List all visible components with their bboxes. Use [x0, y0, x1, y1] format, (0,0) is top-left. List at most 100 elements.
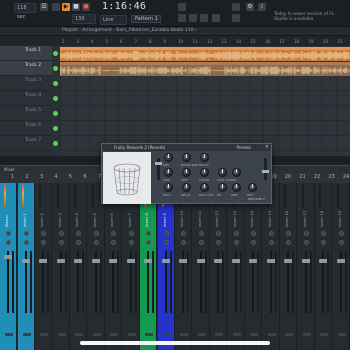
volume-knob[interactable] — [233, 240, 239, 245]
track-mute-led[interactable] — [53, 111, 58, 116]
route-button[interactable] — [40, 333, 48, 336]
timeline-ruler[interactable]: 2 3 4 5 6 7 8 9 10 11 12 13 14 15 16 17 18 19 20 21 — [60, 39, 350, 46]
pan-knob[interactable] — [303, 231, 309, 236]
mixer-strip[interactable]: Insert 1 — [17, 183, 35, 350]
knob[interactable] — [164, 183, 173, 192]
knob[interactable] — [164, 153, 173, 162]
mixer-strip[interactable]: Insert 8 — [140, 183, 157, 350]
knob[interactable] — [248, 183, 257, 192]
mixer-strip[interactable]: Insert 9 — [157, 183, 175, 350]
track-mute-led[interactable] — [53, 141, 58, 146]
close-icon[interactable]: × — [265, 144, 269, 151]
knob[interactable] — [182, 183, 191, 192]
news-panel[interactable]: Today A newer version of FL Studio is av… — [274, 12, 348, 22]
menu-icon[interactable]: ☰ — [40, 3, 48, 11]
mixer-strip[interactable]: Insert 19 — [333, 183, 350, 350]
piano-roll-icon[interactable] — [232, 3, 240, 11]
pattern-selector[interactable]: Pattern 1 — [131, 15, 161, 23]
mixer-strip[interactable]: Insert 6 — [105, 183, 122, 350]
fader-cap[interactable] — [155, 162, 162, 165]
home-indicator[interactable] — [80, 341, 270, 345]
knob[interactable] — [218, 168, 227, 177]
pan-knob[interactable] — [146, 231, 151, 236]
volume-knob[interactable] — [76, 240, 81, 245]
knob[interactable] — [200, 153, 209, 162]
track-header[interactable]: Track 1 — [0, 46, 52, 61]
track-mute-led[interactable] — [53, 96, 58, 101]
route-button[interactable] — [197, 333, 206, 336]
volume-knob[interactable] — [163, 240, 169, 245]
reverb-plugin-window[interactable]: Fruity Reeverb 2 (Reverb) Presets × MID L… — [101, 143, 272, 204]
route-button[interactable] — [320, 333, 328, 336]
route-button[interactable] — [232, 333, 241, 336]
record-icon[interactable]: ● — [82, 3, 90, 11]
volume-knob[interactable] — [146, 240, 151, 245]
mixer-strip[interactable]: Insert 13 — [228, 183, 245, 350]
track-mute-led[interactable] — [53, 126, 58, 131]
route-button[interactable] — [302, 333, 311, 336]
volume-knob[interactable] — [41, 240, 46, 245]
pat-song-toggle[interactable] — [52, 3, 60, 11]
volume-knob[interactable] — [321, 240, 326, 245]
low-cut-fader[interactable] — [155, 158, 162, 180]
presets-button[interactable]: Presets — [236, 144, 251, 151]
pan-knob[interactable] — [111, 231, 116, 236]
volume-knob[interactable] — [303, 240, 309, 245]
volume-knob[interactable] — [93, 240, 99, 245]
mixer-strip[interactable]: Insert 12 — [210, 183, 227, 350]
fader-cap[interactable] — [262, 170, 269, 173]
pan-knob[interactable] — [216, 231, 221, 236]
route-button[interactable] — [267, 333, 276, 336]
volume-knob[interactable] — [6, 240, 11, 245]
knob[interactable] — [232, 168, 241, 177]
volume-knob[interactable] — [338, 240, 344, 245]
pan-knob[interactable] — [338, 231, 344, 236]
route-button[interactable] — [180, 333, 188, 336]
volume-knob[interactable] — [251, 240, 256, 245]
route-button[interactable] — [145, 333, 153, 336]
track-mute-led[interactable] — [53, 51, 58, 56]
info-icon[interactable]: i — [258, 3, 266, 11]
mixer-strip[interactable]: Insert 17 — [298, 183, 315, 350]
audio-clip-2[interactable] — [60, 62, 350, 76]
track-header[interactable]: Track 6 — [0, 121, 52, 136]
knob[interactable] — [182, 153, 191, 162]
pan-knob[interactable] — [6, 231, 11, 236]
settings-icon[interactable]: ⚙ — [246, 3, 254, 11]
route-button[interactable] — [57, 333, 66, 336]
volume-knob[interactable] — [111, 240, 116, 245]
volume-knob[interactable] — [181, 240, 186, 245]
knob[interactable] — [218, 183, 227, 192]
route-button[interactable] — [22, 333, 31, 336]
mixer-strip[interactable]: Insert 15 — [263, 183, 280, 350]
snap-icon[interactable] — [178, 3, 186, 11]
play-icon[interactable]: ▶ — [62, 3, 70, 11]
pan-knob[interactable] — [286, 231, 291, 236]
volume-knob[interactable] — [198, 240, 204, 245]
track-mute-led[interactable] — [53, 66, 58, 71]
route-button[interactable] — [127, 333, 136, 336]
volume-knob[interactable] — [23, 240, 29, 245]
pan-knob[interactable] — [198, 231, 204, 236]
pan-knob[interactable] — [321, 231, 326, 236]
pan-knob[interactable] — [128, 231, 134, 236]
pan-knob[interactable] — [181, 231, 186, 236]
mixer-strip[interactable]: Insert 2 — [35, 183, 52, 350]
track-mute-led[interactable] — [53, 81, 58, 86]
track-header[interactable]: Track 4 — [0, 91, 52, 106]
route-button[interactable] — [285, 333, 293, 336]
volume-knob[interactable] — [216, 240, 221, 245]
mixer-strip[interactable]: Insert 14 — [245, 183, 262, 350]
tempo-display[interactable]: 130 — [72, 14, 96, 24]
route-button[interactable] — [250, 333, 258, 336]
route-button[interactable] — [215, 333, 223, 336]
pan-knob[interactable] — [93, 231, 99, 236]
mixer-strip[interactable]: Insert 11 — [193, 183, 210, 350]
mixer-strip[interactable]: Insert 4 — [70, 183, 87, 350]
mixer-strip[interactable]: Insert 5 — [88, 183, 105, 350]
pan-knob[interactable] — [268, 231, 274, 236]
audio-clip-1[interactable] — [60, 47, 350, 61]
mixer-strip[interactable]: Insert 16 — [280, 183, 297, 350]
mixer-icon[interactable] — [200, 14, 208, 22]
volume-knob[interactable] — [286, 240, 291, 245]
